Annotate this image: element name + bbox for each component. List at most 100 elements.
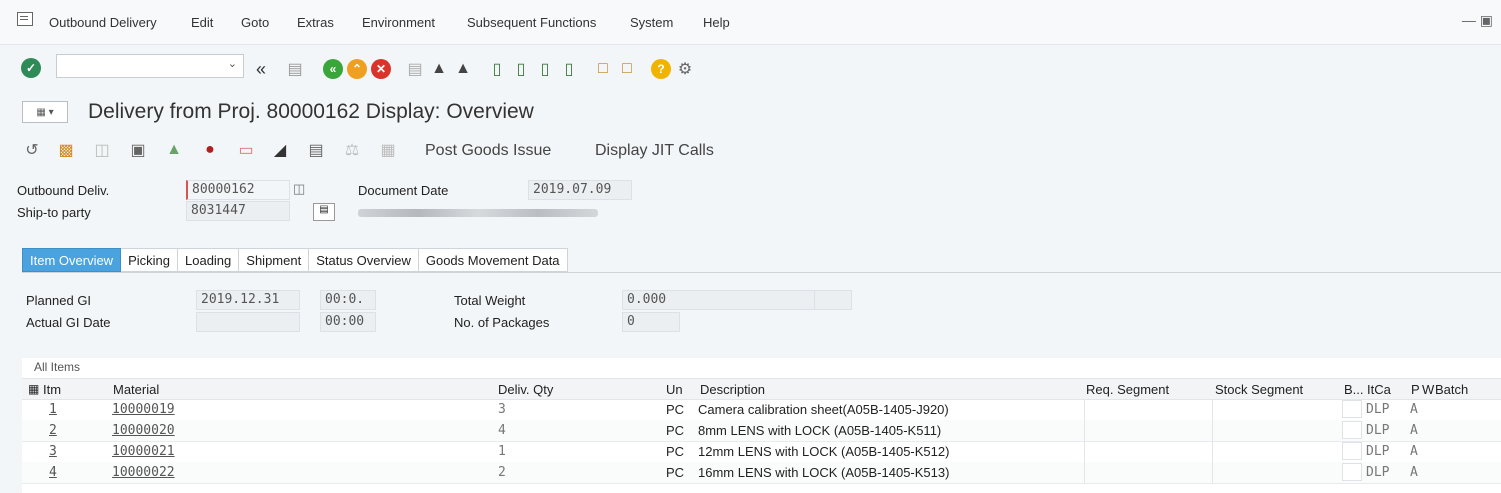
item-category: DLP — [1366, 423, 1390, 438]
col-w[interactable]: W — [1422, 382, 1434, 397]
item-number[interactable]: 1 — [49, 402, 57, 417]
hat-icon[interactable]: ● — [200, 140, 220, 160]
col-description[interactable]: Description — [700, 382, 765, 397]
tab-shipment[interactable]: Shipment — [239, 248, 310, 272]
last-page-icon[interactable]: ▯ — [558, 58, 580, 80]
deliv-qty: 4 — [498, 423, 506, 438]
grid-icon[interactable]: ▦ — [378, 140, 398, 160]
col-batch[interactable]: Batch — [1435, 382, 1468, 397]
display-change-icon[interactable]: ↺ — [22, 140, 42, 160]
table-header: ▦ Itm Material Deliv. Qty Un Description… — [22, 378, 1501, 400]
planned-gi-time-field: 00:0. — [320, 290, 376, 310]
table-settings-icon[interactable]: ▦ — [28, 382, 39, 396]
actual-gi-date-field — [196, 312, 300, 332]
menu-edit[interactable]: Edit — [191, 15, 213, 30]
col-deliv-qty[interactable]: Deliv. Qty — [498, 382, 553, 397]
b-checkbox[interactable] — [1342, 400, 1362, 418]
menu-goto[interactable]: Goto — [241, 15, 269, 30]
menu-environment[interactable]: Environment — [362, 15, 435, 30]
item-number[interactable]: 3 — [49, 444, 57, 459]
post-goods-issue-button[interactable]: Post Goods Issue — [425, 142, 551, 160]
tab-divider — [22, 272, 1501, 273]
next-page-icon[interactable]: ▯ — [534, 58, 556, 80]
unit: PC — [666, 402, 685, 417]
window-controls-icon[interactable]: — ▣ — [1462, 12, 1493, 29]
tab-picking[interactable]: Picking — [121, 248, 178, 272]
item-number[interactable]: 2 — [49, 423, 57, 438]
copy-icon[interactable]: ◫ — [293, 181, 305, 197]
command-input[interactable] — [59, 56, 223, 78]
item-number[interactable]: 4 — [49, 465, 57, 480]
gear-icon[interactable]: ⚙ — [674, 58, 696, 80]
col-b[interactable]: B... — [1344, 382, 1364, 397]
create-session-icon[interactable]: □ — [592, 58, 614, 80]
page-title: Delivery from Proj. 80000162 Display: Ov… — [88, 100, 534, 123]
screen-menu-icon[interactable]: ▦ ▾ — [22, 101, 68, 123]
find-icon[interactable]: ▲ — [428, 58, 450, 80]
planned-gi-label: Planned GI — [26, 293, 92, 308]
b-checkbox[interactable] — [1342, 442, 1362, 460]
tab-loading[interactable]: Loading — [178, 248, 240, 272]
cancel-icon[interactable]: ✕ — [370, 58, 392, 80]
display-jit-calls-button[interactable]: Display JIT Calls — [595, 142, 714, 160]
help-icon[interactable]: ? — [650, 58, 672, 80]
unit: PC — [666, 423, 685, 438]
menu-icon[interactable] — [17, 12, 33, 26]
tab-item-overview[interactable]: Item Overview — [22, 248, 122, 272]
print-icon[interactable]: ▤ — [404, 58, 426, 80]
command-field[interactable]: ⌄ — [56, 54, 244, 78]
b-checkbox[interactable] — [1342, 421, 1362, 439]
menu-system[interactable]: System — [630, 15, 673, 30]
packing-icon[interactable]: ◢ — [270, 140, 290, 160]
col-req-segment[interactable]: Req. Segment — [1086, 382, 1169, 397]
trash-icon[interactable]: ◫ — [92, 140, 112, 160]
material-link[interactable]: 10000020 — [112, 423, 175, 438]
address-icon[interactable]: ▤ — [313, 203, 335, 221]
table-row[interactable]: 4 10000022 2 PC 16mm LENS with LOCK (A05… — [22, 462, 1501, 484]
material-link[interactable]: 10000021 — [112, 444, 175, 459]
actual-gi-date-label: Actual GI Date — [26, 315, 111, 330]
material-link[interactable]: 10000022 — [112, 465, 175, 480]
save-icon[interactable]: ▤ — [284, 58, 306, 80]
text-document-icon[interactable]: ▤ — [306, 140, 326, 160]
col-itca[interactable]: ItCa — [1367, 382, 1391, 397]
table-row[interactable]: 3 10000021 1 PC 12mm LENS with LOCK (A05… — [22, 441, 1501, 463]
description: 8mm LENS with LOCK (A05B-1405-K511) — [698, 423, 942, 438]
tab-status-overview[interactable]: Status Overview — [309, 248, 419, 272]
document-date-field: 2019.07.09 — [528, 180, 632, 200]
exit-icon[interactable]: ⌃ — [346, 58, 368, 80]
col-p[interactable]: P — [1411, 382, 1420, 397]
divider — [1212, 399, 1213, 420]
deliv-qty: 1 — [498, 444, 506, 459]
previous-page-icon[interactable]: ▯ — [510, 58, 532, 80]
double-left-icon[interactable]: « — [250, 58, 272, 80]
col-stock-segment[interactable]: Stock Segment — [1215, 382, 1303, 397]
balance-icon[interactable]: ⚖ — [342, 140, 362, 160]
col-itm[interactable]: Itm — [43, 382, 61, 397]
outbound-deliv-field[interactable]: 80000162 — [186, 180, 290, 200]
menu-extras[interactable]: Extras — [297, 15, 334, 30]
back-icon[interactable]: « — [322, 58, 344, 80]
edit-document-icon[interactable]: ▩ — [56, 140, 76, 160]
enter-icon[interactable]: ✓ — [20, 57, 42, 79]
picking-icon[interactable]: ▲ — [164, 140, 184, 160]
menu-outbound-delivery[interactable]: Outbound Delivery — [49, 15, 157, 30]
first-page-icon[interactable]: ▯ — [486, 58, 508, 80]
menu-subsequent-functions[interactable]: Subsequent Functions — [467, 15, 596, 30]
col-material[interactable]: Material — [113, 382, 159, 397]
copy-document-icon[interactable]: ▣ — [128, 140, 148, 160]
menu-help[interactable]: Help — [703, 15, 730, 30]
p-value: A — [1410, 444, 1418, 459]
b-checkbox[interactable] — [1342, 463, 1362, 481]
table-row[interactable]: 1 10000019 3 PC Camera calibration sheet… — [22, 399, 1501, 421]
create-shortcut-icon[interactable]: □ — [616, 58, 638, 80]
col-un[interactable]: Un — [666, 382, 683, 397]
actual-gi-time-field: 00:00 — [320, 312, 376, 332]
table-row[interactable]: 2 10000020 4 PC 8mm LENS with LOCK (A05B… — [22, 420, 1501, 442]
material-link[interactable]: 10000019 — [112, 402, 175, 417]
note-icon[interactable]: ▭ — [236, 140, 256, 160]
packages-label: No. of Packages — [454, 315, 550, 330]
tab-goods-movement-data[interactable]: Goods Movement Data — [418, 248, 568, 272]
chevron-down-icon[interactable]: ⌄ — [228, 57, 237, 70]
find-next-icon[interactable]: ▲ — [452, 58, 474, 80]
